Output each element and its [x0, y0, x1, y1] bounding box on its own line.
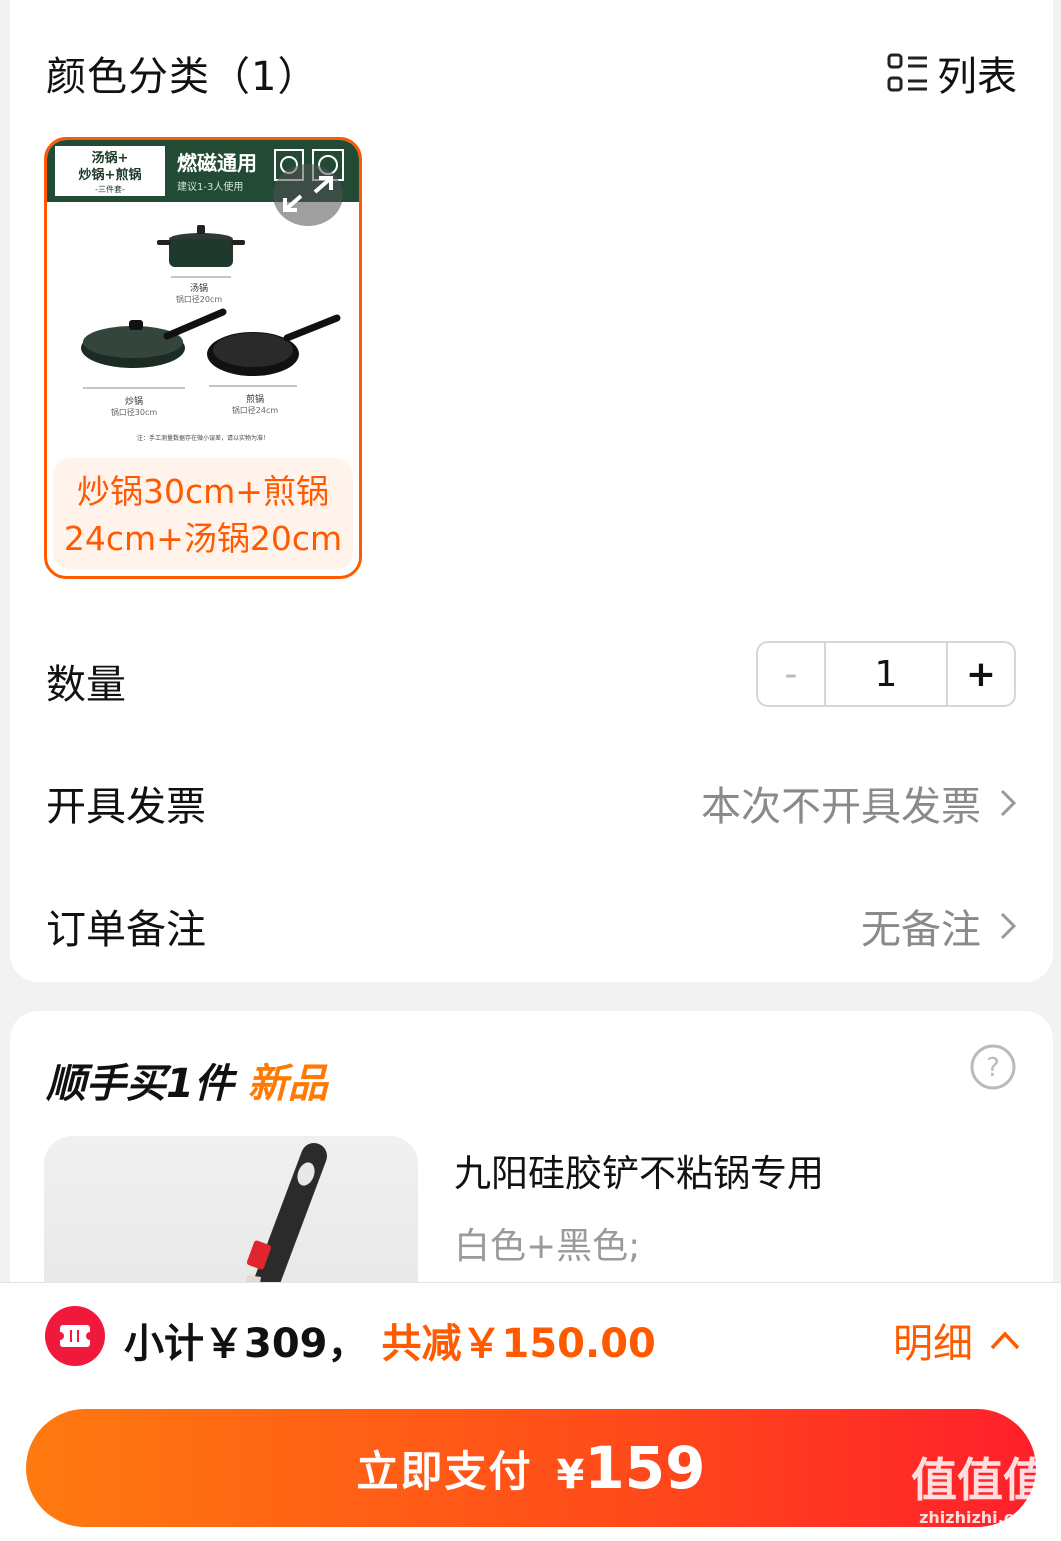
- remark-label: 订单备注: [46, 907, 206, 953]
- image-label-set: 炒锅+煎锅: [79, 167, 142, 183]
- quantity-plus-button[interactable]: +: [946, 643, 1014, 705]
- sku-option-card[interactable]: 汤锅+ 炒锅+煎锅 -三件套- 燃磁通用 建议1-3人使用 汤锅 锅口径20cm: [44, 137, 362, 579]
- chevron-right-icon: [1000, 789, 1017, 817]
- order-options-card: 颜色分类（1） 列表 汤锅+ 炒锅+煎锅 -三件套- 燃磁通用 建议1-3人使用: [10, 0, 1053, 982]
- image-wok-size: 锅口径30cm: [111, 407, 158, 417]
- add-on-title-main: 顺手买1件: [46, 1061, 234, 1107]
- pay-price: 159: [584, 1434, 706, 1502]
- pay-now-label: 立即支付: [356, 1446, 533, 1496]
- pay-amount: ¥159: [557, 1434, 706, 1502]
- discount-text: 共减￥150.00: [381, 1321, 656, 1367]
- expand-icon: [283, 176, 333, 212]
- image-label-soup: 汤锅+: [92, 150, 129, 166]
- add-on-title: 顺手买1件 新品: [46, 1051, 328, 1109]
- quantity-minus-button[interactable]: -: [758, 643, 826, 705]
- invoice-label: 开具发票: [46, 784, 206, 830]
- add-on-product-name[interactable]: 九阳硅胶铲不粘锅专用: [454, 1143, 824, 1197]
- chevron-up-icon: [990, 1331, 1020, 1350]
- invoice-row[interactable]: 本次不开具发票: [701, 774, 1017, 832]
- image-banner: 燃磁通用: [177, 151, 257, 175]
- invoice-value: 本次不开具发票: [701, 784, 981, 830]
- expand-image-button[interactable]: [273, 164, 343, 226]
- pay-now-button[interactable]: 立即支付 ¥159: [26, 1409, 1036, 1527]
- watermark-text: 值值值: [911, 1453, 1049, 1507]
- image-fry-label: 煎锅: [246, 393, 264, 405]
- list-view-toggle[interactable]: 列表: [887, 44, 1017, 102]
- subtotal-summary: 小计￥309， 共减￥150.00: [124, 1311, 656, 1369]
- list-view-label: 列表: [937, 54, 1017, 100]
- image-wok-label: 炒锅: [125, 396, 143, 407]
- add-on-product-spec: 白色+黑色;: [454, 1226, 641, 1267]
- image-soup-size: 锅口径20cm: [176, 294, 223, 304]
- remark-value: 无备注: [861, 907, 981, 953]
- watermark-logo: 值值值 zhizhizhi.com: [905, 1452, 1055, 1536]
- image-label-set-sub: -三件套-: [95, 184, 125, 194]
- sku-caption: 炒锅30cm+煎锅24cm+汤锅20cm: [53, 458, 353, 570]
- image-fry-size: 锅口径24cm: [232, 405, 279, 415]
- price-detail-label: 明细: [893, 1321, 973, 1367]
- checkout-bar: 小计￥309， 共减￥150.00 明细 立即支付 ¥159: [0, 1282, 1061, 1541]
- pay-currency: ¥: [556, 1452, 585, 1498]
- quantity-label: 数量: [46, 662, 126, 708]
- chevron-right-icon: [1000, 912, 1017, 940]
- price-detail-button[interactable]: 明细: [893, 1311, 1021, 1369]
- add-on-title-highlight: 新品: [247, 1061, 328, 1107]
- coupon-icon: [45, 1306, 105, 1366]
- quantity-value[interactable]: 1: [826, 643, 946, 705]
- subtotal-text: 小计￥309，: [124, 1321, 368, 1367]
- image-soup-label: 汤锅: [190, 283, 208, 294]
- help-icon[interactable]: ?: [969, 1043, 1017, 1091]
- remark-row[interactable]: 无备注: [861, 897, 1017, 955]
- color-category-title: 颜色分类（1）: [46, 54, 319, 100]
- watermark-sub: zhizhizhi.com: [919, 1508, 1041, 1527]
- image-note: 注：手工测量数据存在微小误差，请以实物为准！: [137, 434, 269, 442]
- image-banner-sub: 建议1-3人使用: [177, 180, 243, 193]
- list-icon: [887, 53, 927, 92]
- svg-text:?: ?: [986, 1053, 1000, 1083]
- quantity-stepper: - 1 +: [756, 641, 1016, 707]
